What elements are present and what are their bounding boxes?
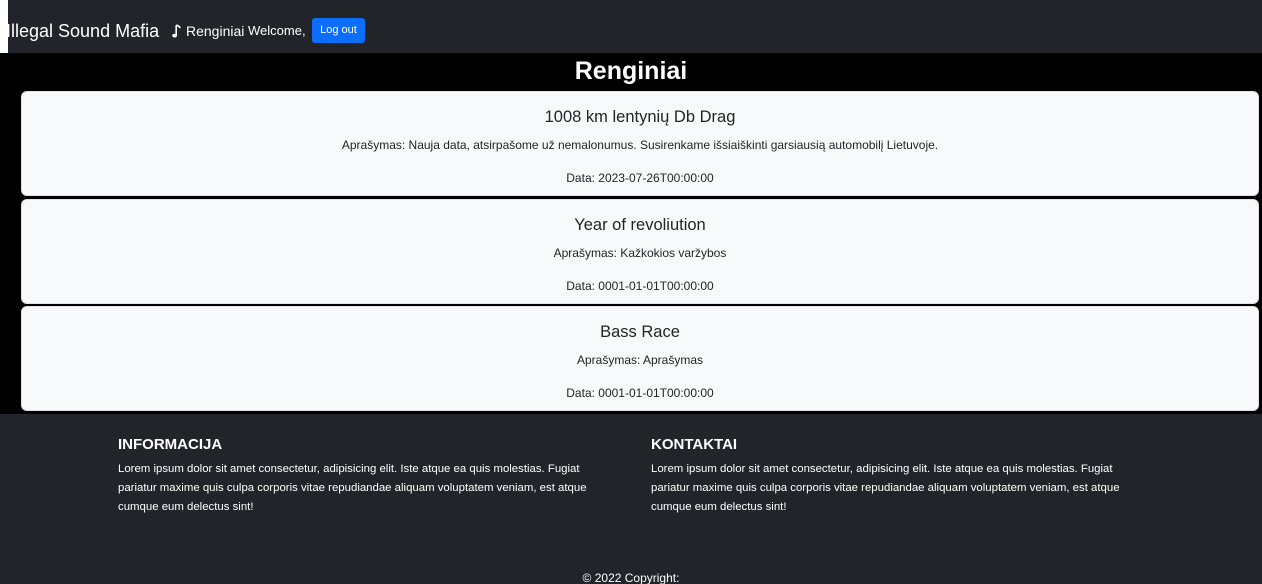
footer-contacts-section: KONTAKTAI Lorem ipsum dolor sit amet con… bbox=[651, 436, 1151, 517]
footer: INFORMACIJA Lorem ipsum dolor sit amet c… bbox=[0, 414, 1262, 584]
nav-link-label: Renginiai bbox=[186, 23, 245, 39]
event-date: Data: 0001-01-01T00:00:00 bbox=[566, 279, 714, 293]
logout-button[interactable]: Log out bbox=[312, 18, 365, 43]
copyright-text: © 2022 Copyright: bbox=[582, 571, 680, 584]
event-description: Aprašymas: Nauja data, atsirpašome už ne… bbox=[341, 138, 939, 152]
event-title: Bass Race bbox=[600, 323, 680, 341]
footer-info-section: INFORMACIJA Lorem ipsum dolor sit amet c… bbox=[118, 436, 618, 517]
brand-link[interactable]: Illegal Sound Mafia bbox=[6, 20, 159, 42]
event-title: Year of revoliution bbox=[574, 216, 706, 234]
footer-info-text: Lorem ipsum dolor sit amet consectetur, … bbox=[118, 463, 587, 513]
page-title: Renginiai bbox=[0, 53, 1262, 89]
events-list: 1008 km lentynių Db Drag Aprašymas: Nauj… bbox=[0, 89, 1262, 414]
event-description: Aprašymas: Aprašymas bbox=[576, 353, 704, 367]
event-card: Bass Race Aprašymas: Aprašymas Data: 000… bbox=[21, 306, 1259, 411]
footer-info-heading: INFORMACIJA bbox=[118, 436, 223, 453]
event-title: 1008 km lentynių Db Drag bbox=[544, 108, 736, 126]
event-card: Year of revoliution Aprašymas: Kažkokios… bbox=[21, 199, 1259, 304]
welcome-text: Welcome, bbox=[248, 23, 306, 38]
event-card: 1008 km lentynių Db Drag Aprašymas: Nauj… bbox=[21, 91, 1259, 196]
music-note-icon bbox=[172, 24, 181, 38]
footer-contacts-heading: KONTAKTAI bbox=[651, 436, 738, 453]
navbar: Illegal Sound Mafia Renginiai Welcome, L… bbox=[0, 0, 1262, 53]
event-date: Data: 2023-07-26T00:00:00 bbox=[566, 171, 714, 185]
event-date: Data: 0001-01-01T00:00:00 bbox=[566, 386, 714, 400]
footer-contacts-text: Lorem ipsum dolor sit amet consectetur, … bbox=[651, 463, 1120, 513]
page: Illegal Sound Mafia Renginiai Welcome, L… bbox=[0, 0, 1262, 584]
event-description: Aprašymas: Kažkokios varžybos bbox=[553, 246, 727, 260]
